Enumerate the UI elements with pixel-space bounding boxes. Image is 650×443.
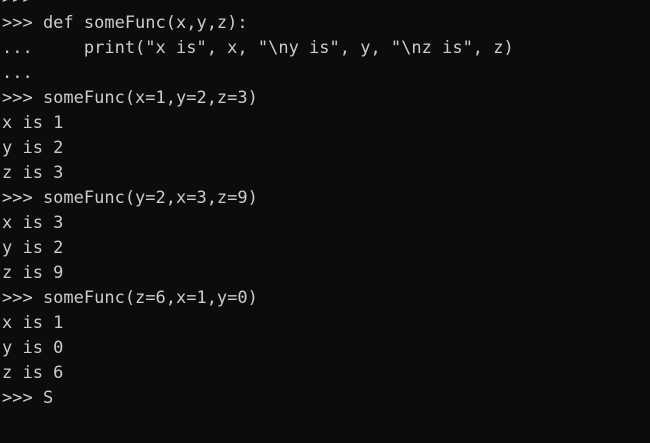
console-line: ... <box>2 63 33 83</box>
console-line: >>> def someFunc(x,y,z): <box>2 13 248 33</box>
console-line: >>> someFunc(y=2,x=3,z=9) <box>2 188 258 208</box>
console-line: ... print("x is", x, "\ny is", y, "\nz i… <box>2 38 514 58</box>
console-line: y is 0 <box>2 338 64 358</box>
console-line: y is 2 <box>2 138 64 158</box>
console-line: z is 3 <box>2 163 64 183</box>
console-line: z is 6 <box>2 363 64 383</box>
console-line: z is 9 <box>2 263 64 283</box>
console-line: x is 1 <box>2 313 64 333</box>
console-line: >>> <box>2 0 514 11</box>
console-line: >>> someFunc(x=1,y=2,z=3) <box>2 88 258 108</box>
console-line: x is 1 <box>2 113 64 133</box>
console-line: >>> someFunc(z=6,x=1,y=0) <box>2 288 258 308</box>
console-output: >>> >>> def someFunc(x,y,z): ... print("… <box>2 0 514 411</box>
python-repl-console[interactable]: >>> >>> def someFunc(x,y,z): ... print("… <box>0 0 650 443</box>
console-input-line[interactable]: >>> S <box>2 386 514 411</box>
console-line: x is 3 <box>2 213 64 233</box>
console-line: y is 2 <box>2 238 64 258</box>
